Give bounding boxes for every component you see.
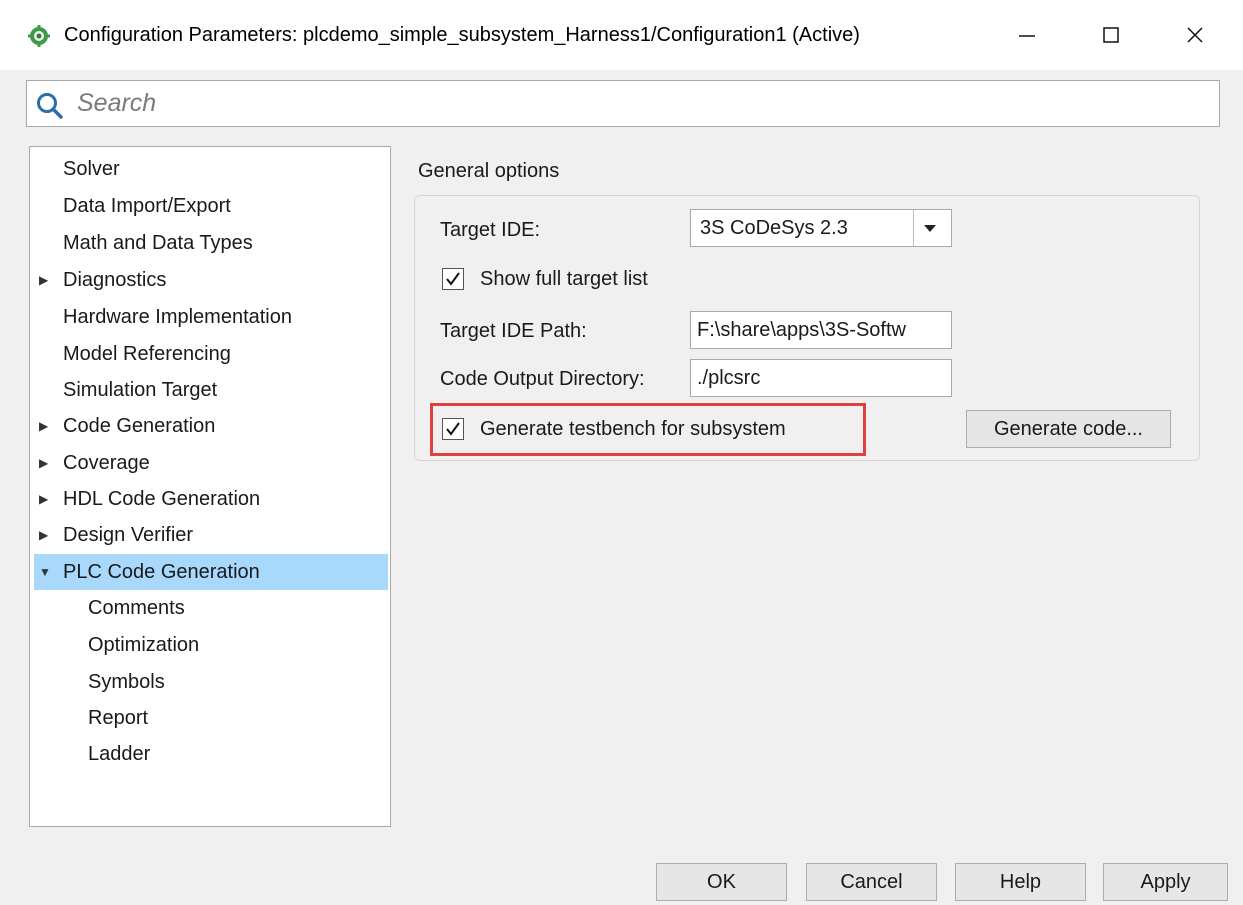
tree-item-label: Comments: [88, 597, 185, 619]
expand-arrow-icon[interactable]: ▶: [39, 262, 53, 298]
tree-item-label: Report: [88, 707, 149, 729]
show-full-target-list-label[interactable]: Show full target list: [480, 268, 648, 291]
tree-item-label: HDL Code Generation: [63, 488, 261, 510]
apply-button[interactable]: Apply: [1103, 863, 1228, 901]
tree-item-solver[interactable]: Solver: [34, 151, 388, 187]
tree-item-label: Simulation Target: [63, 379, 218, 401]
expand-arrow-icon[interactable]: ▶: [39, 445, 53, 481]
target-ide-label: Target IDE:: [440, 219, 541, 241]
tree-item-data-import-export[interactable]: Data Import/Export: [34, 188, 388, 224]
generate-code-button[interactable]: Generate code...: [966, 410, 1171, 448]
minimize-icon: [1019, 35, 1035, 37]
ok-button[interactable]: OK: [656, 863, 787, 901]
simulink-gear-icon: [28, 25, 50, 47]
tree-item-label: Optimization: [88, 634, 200, 656]
tree-item-optimization[interactable]: Optimization: [34, 627, 388, 663]
collapse-arrow-icon[interactable]: ▼: [39, 554, 53, 590]
maximize-icon: [1103, 27, 1119, 43]
expand-arrow-icon[interactable]: ▶: [39, 481, 53, 517]
tree-item-report[interactable]: Report: [34, 700, 388, 736]
generate-testbench-label[interactable]: Generate testbench for subsystem: [480, 418, 786, 441]
tree-item-code-generation[interactable]: ▶ Code Generation: [34, 408, 388, 444]
target-ide-path-field[interactable]: [690, 311, 952, 349]
search-input[interactable]: [77, 87, 1207, 119]
close-icon: [1187, 27, 1203, 43]
target-ide-path-input[interactable]: [697, 318, 947, 342]
minimize-button[interactable]: [992, 0, 1062, 70]
checkmark-icon: [446, 272, 460, 286]
generate-testbench-checkbox[interactable]: [442, 418, 464, 440]
tree-item-label: Coverage: [63, 452, 150, 474]
section-title-general-options: General options: [418, 160, 560, 182]
tree-item-design-verifier[interactable]: ▶ Design Verifier: [34, 517, 388, 553]
tree-item-label: Solver: [63, 158, 120, 180]
close-button[interactable]: [1160, 0, 1230, 70]
tree-item-hdl-code-generation[interactable]: ▶ HDL Code Generation: [34, 481, 388, 517]
tree-item-label: Design Verifier: [63, 524, 194, 546]
tree-item-plc-code-generation[interactable]: ▼ PLC Code Generation: [34, 554, 388, 590]
tree-item-label: Model Referencing: [63, 343, 231, 365]
tree-item-label: PLC Code Generation: [63, 561, 260, 583]
chevron-down-icon[interactable]: [924, 225, 936, 232]
tree-item-label: Code Generation: [63, 415, 216, 437]
code-output-directory-field[interactable]: [690, 359, 952, 397]
code-output-directory-label: Code Output Directory:: [440, 368, 645, 390]
tree-item-label: Hardware Implementation: [63, 306, 292, 328]
search-box[interactable]: [26, 80, 1220, 127]
cancel-button[interactable]: Cancel: [806, 863, 937, 901]
category-tree: Solver Data Import/Export Math and Data …: [29, 146, 391, 827]
tree-item-diagnostics[interactable]: ▶ Diagnostics: [34, 262, 388, 298]
title-bar: Configuration Parameters: plcdemo_simple…: [0, 0, 1243, 70]
tree-item-model-referencing[interactable]: Model Referencing: [34, 336, 388, 372]
tree-item-comments[interactable]: Comments: [34, 590, 388, 626]
target-ide-value: 3S CoDeSys 2.3: [700, 217, 848, 239]
target-ide-path-label: Target IDE Path:: [440, 320, 587, 342]
checkmark-icon: [446, 422, 460, 436]
show-full-target-list-checkbox[interactable]: [442, 268, 464, 290]
tree-item-label: Ladder: [88, 743, 151, 765]
tree-item-label: Diagnostics: [63, 269, 167, 291]
tree-item-coverage[interactable]: ▶ Coverage: [34, 445, 388, 481]
tree-item-simulation-target[interactable]: Simulation Target: [34, 372, 388, 408]
expand-arrow-icon[interactable]: ▶: [39, 408, 53, 444]
target-ide-dropdown[interactable]: 3S CoDeSys 2.3: [690, 209, 952, 247]
tree-item-label: Symbols: [88, 671, 165, 693]
dropdown-separator: [913, 210, 914, 246]
tree-item-hardware-implementation[interactable]: Hardware Implementation: [34, 299, 388, 335]
code-output-directory-input[interactable]: [697, 366, 947, 390]
expand-arrow-icon[interactable]: ▶: [39, 517, 53, 553]
tree-item-label: Math and Data Types: [63, 232, 253, 254]
window-title: Configuration Parameters: plcdemo_simple…: [64, 24, 860, 46]
search-icon: [35, 91, 65, 126]
tree-item-math-and-data-types[interactable]: Math and Data Types: [34, 225, 388, 261]
maximize-button[interactable]: [1076, 0, 1146, 70]
tree-item-ladder[interactable]: Ladder: [34, 736, 388, 772]
tree-item-label: Data Import/Export: [63, 195, 231, 217]
help-button[interactable]: Help: [955, 863, 1086, 901]
tree-item-symbols[interactable]: Symbols: [34, 664, 388, 700]
